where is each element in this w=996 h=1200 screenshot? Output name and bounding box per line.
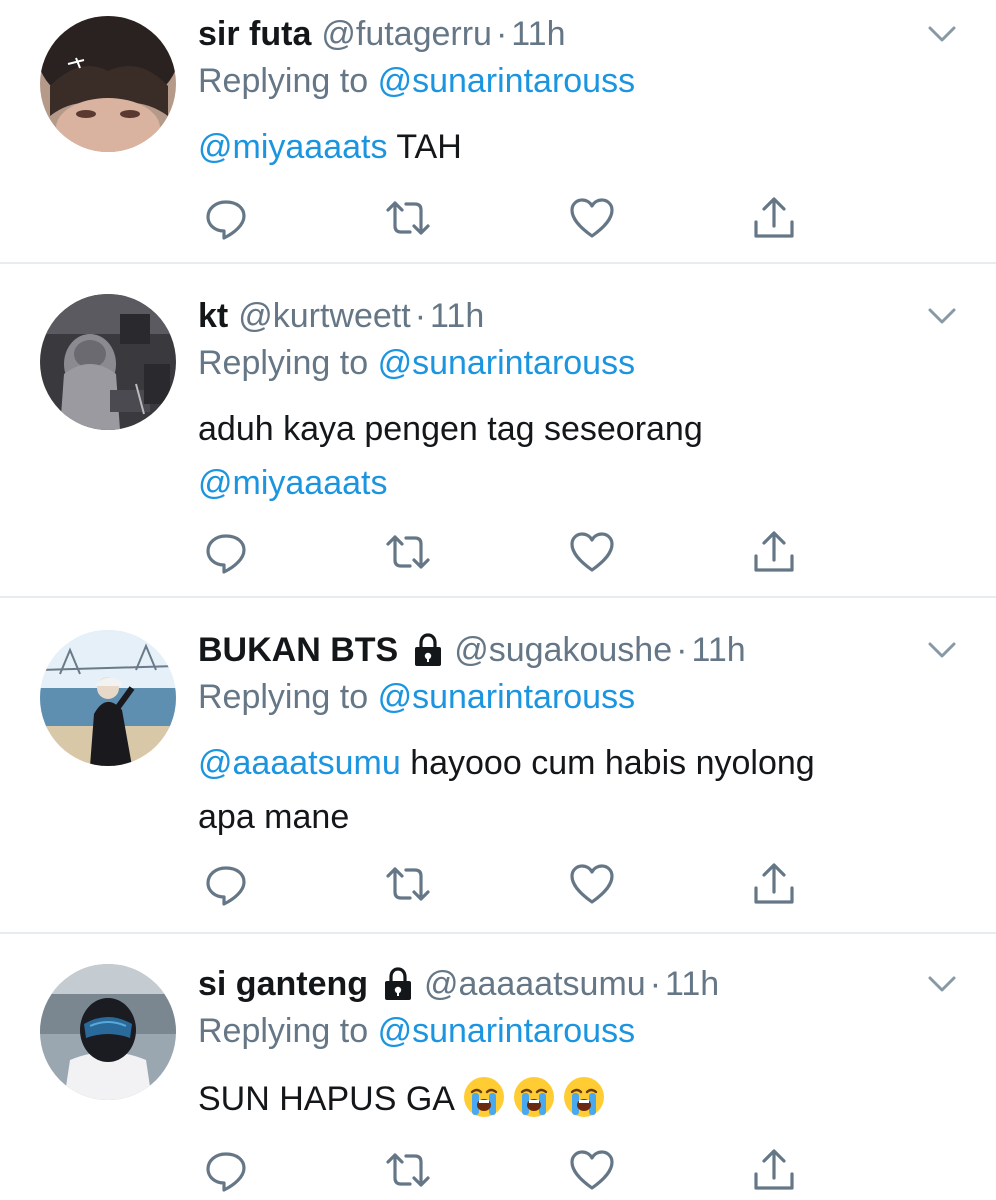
separator-dot: · [495, 14, 508, 53]
tweet-text: SUN HAPUS GA [198, 1072, 958, 1126]
avatar[interactable] [40, 294, 176, 430]
replying-mention[interactable]: @sunarintarouss [378, 344, 636, 382]
reply-icon[interactable] [202, 860, 250, 908]
chevron-down-icon[interactable] [922, 296, 962, 336]
tweet-text-content-line2: apa mane [198, 798, 350, 836]
replying-label: Replying to [198, 678, 369, 716]
display-name[interactable]: kt [198, 297, 228, 336]
divider [0, 262, 996, 264]
replying-to: Replying to @sunarintarouss [198, 678, 635, 717]
tweet-actions [198, 860, 818, 910]
tweet-text: @miyaaaats TAH [198, 120, 958, 174]
share-icon[interactable] [750, 528, 798, 576]
tweet-actions [198, 528, 818, 578]
tweet-text: aduh kaya pengen tag seseorang @miyaaaat… [198, 402, 958, 510]
lock-icon [415, 633, 442, 666]
replying-label: Replying to [198, 1012, 369, 1050]
retweet-icon[interactable] [384, 528, 432, 576]
tweet-header: si ganteng @aaaaatsumu · 11h [198, 962, 719, 1006]
chevron-down-icon[interactable] [922, 14, 962, 54]
divider [0, 596, 996, 598]
tweet-text-content: TAH [387, 128, 462, 166]
display-name[interactable]: sir futa [198, 15, 311, 54]
share-icon[interactable] [750, 1146, 798, 1194]
display-name[interactable]: BUKAN BTS [198, 631, 398, 670]
timestamp[interactable]: 11h [665, 965, 719, 1004]
reply-timeline: sir futa @futagerru · 11h Replying to @s… [0, 0, 996, 1200]
mention-link[interactable]: @miyaaaats [198, 128, 387, 166]
reply-icon[interactable] [202, 1146, 250, 1194]
replying-mention[interactable]: @sunarintarouss [378, 678, 636, 716]
replying-to: Replying to @sunarintarouss [198, 344, 635, 383]
user-handle[interactable]: @futagerru [321, 15, 492, 54]
retweet-icon[interactable] [384, 1146, 432, 1194]
display-name[interactable]: si ganteng [198, 965, 368, 1004]
replying-label: Replying to [198, 344, 369, 382]
timestamp[interactable]: 11h [691, 631, 745, 670]
tweet-text-content: hayooo cum habis nyolong [400, 744, 815, 782]
retweet-icon[interactable] [384, 194, 432, 242]
user-handle[interactable]: @sugakoushe [454, 631, 672, 670]
tweet[interactable]: sir futa @futagerru · 11h Replying to @s… [0, 12, 996, 262]
reply-icon[interactable] [202, 528, 250, 576]
like-icon[interactable] [568, 860, 616, 908]
timestamp[interactable]: 11h [511, 15, 565, 54]
tweet-actions [198, 194, 818, 244]
divider [0, 932, 996, 934]
reply-icon[interactable] [202, 194, 250, 242]
tweet[interactable]: BUKAN BTS @sugakoushe · 11h Replying to … [0, 628, 996, 928]
share-icon[interactable] [750, 860, 798, 908]
mention-link[interactable]: @miyaaaats [198, 456, 958, 510]
separator-dot: · [649, 964, 662, 1003]
user-handle[interactable]: @kurtweett [238, 297, 410, 336]
user-handle[interactable]: @aaaaatsumu [424, 965, 646, 1004]
like-icon[interactable] [568, 194, 616, 242]
tweet[interactable]: kt @kurtweett · 11h Replying to @sunarin… [0, 294, 996, 594]
retweet-icon[interactable] [384, 860, 432, 908]
replying-to: Replying to @sunarintarouss [198, 1012, 635, 1051]
tweet-text-content: aduh kaya pengen tag seseorang [198, 410, 703, 448]
replying-mention[interactable]: @sunarintarouss [378, 62, 636, 100]
chevron-down-icon[interactable] [922, 630, 962, 670]
tweet-header: kt @kurtweett · 11h [198, 294, 484, 338]
replying-mention[interactable]: @sunarintarouss [378, 1012, 636, 1050]
avatar[interactable] [40, 964, 176, 1100]
loudly-crying-face-emoji-icon [463, 1077, 504, 1117]
replying-label: Replying to [198, 62, 369, 100]
lock-icon [385, 967, 412, 1000]
like-icon[interactable] [568, 528, 616, 576]
chevron-down-icon[interactable] [922, 964, 962, 1004]
mention-link[interactable]: @aaaatsumu [198, 744, 401, 782]
loudly-crying-face-emoji-icon [513, 1077, 554, 1117]
separator-dot: · [676, 630, 688, 669]
tweet-header: BUKAN BTS @sugakoushe · 11h [198, 628, 746, 672]
share-icon[interactable] [750, 194, 798, 242]
loudly-crying-face-emoji-icon [563, 1077, 604, 1117]
tweet-actions [198, 1146, 818, 1196]
avatar[interactable] [40, 16, 176, 152]
replying-to: Replying to @sunarintarouss [198, 62, 635, 101]
avatar[interactable] [40, 630, 176, 766]
tweet[interactable]: si ganteng @aaaaatsumu · 11h Replying to… [0, 962, 996, 1200]
tweet-text: @aaaatsumu hayooo cum habis nyolong apa … [198, 736, 958, 844]
tweet-header: sir futa @futagerru · 11h [198, 12, 566, 56]
separator-dot: · [414, 296, 427, 335]
like-icon[interactable] [568, 1146, 616, 1194]
tweet-text-content: SUN HAPUS GA [198, 1080, 455, 1118]
timestamp[interactable]: 11h [430, 297, 484, 336]
